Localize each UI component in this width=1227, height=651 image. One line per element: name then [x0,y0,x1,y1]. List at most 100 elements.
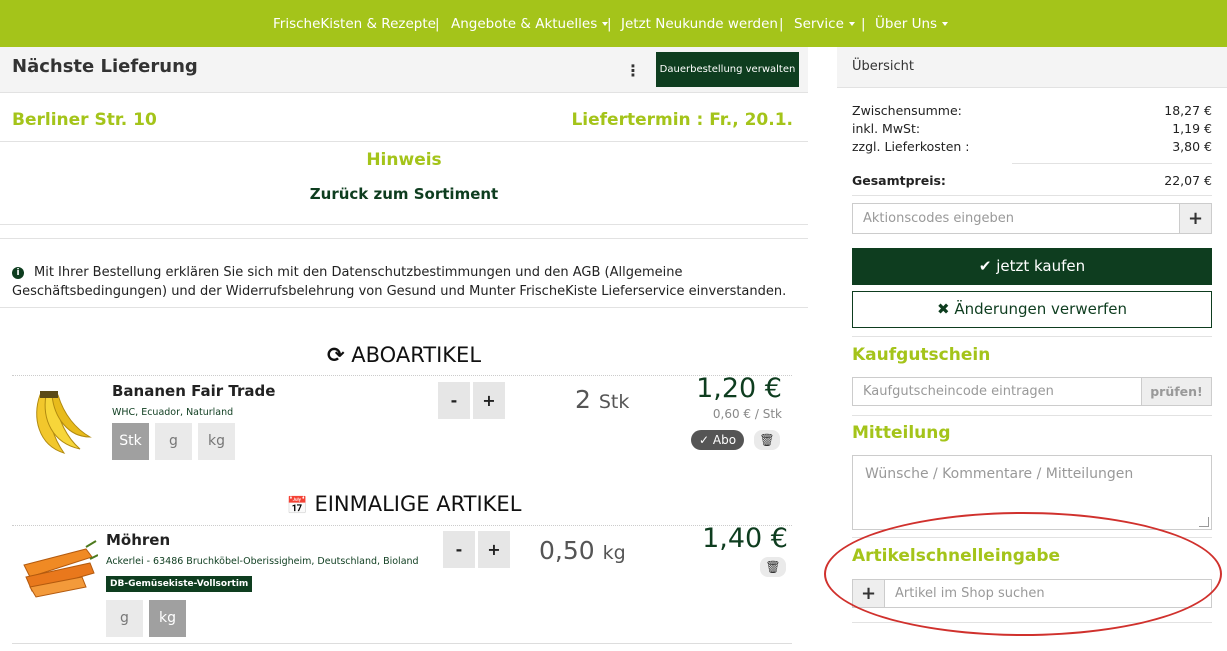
divider [0,238,808,239]
nav-service-label: Service [794,16,844,32]
increase-quantity-button[interactable]: + [478,531,510,568]
unit-button-kg[interactable]: kg [149,600,186,637]
divider [0,141,808,142]
abo-section-label: ABOARTIKEL [351,343,482,367]
increase-quantity-button[interactable]: + [473,382,505,419]
decrease-quantity-button[interactable]: - [438,382,470,419]
abo-badge[interactable]: ✓ Abo [691,430,745,450]
product-origin: Ackerlei - 63486 Bruchköbel-Oberissighei… [106,556,419,567]
nav-frischekisten[interactable]: FrischeKisten & Rezepte [273,16,436,32]
nav-neukunde[interactable]: Jetzt Neukunde werden [621,16,778,32]
nav-separator: | [779,16,784,32]
legal-notice: i Mit Ihrer Bestellung erklären Sie sich … [12,263,792,301]
trash-icon[interactable]: 🗑 [760,557,786,577]
promo-code-placeholder: Aktionscodes eingeben [863,211,1014,226]
product-tag: DB-Gemüsekiste-Vollsortim [106,576,253,592]
shipping-row: zzgl. Lieferkosten : 3,80 € [852,139,1212,154]
voucher-code-placeholder: Kaufgutscheincode eintragen [863,384,1054,399]
voucher-code-input[interactable]: Kaufgutscheincode eintragen [852,377,1142,406]
trash-icon[interactable]: 🗑 [754,430,780,450]
divider [12,375,792,376]
check-icon: ✔ [978,257,992,275]
check-circle-icon: ✓ [699,433,710,447]
unit-button-g[interactable]: g [155,423,192,460]
subtotal-label: Zwischensumme: [852,103,962,118]
page-title: Nächste Lieferung [12,56,198,77]
buy-now-label: jetzt kaufen [996,257,1086,275]
chevron-down-icon [942,22,949,26]
promo-code-input[interactable]: Aktionscodes eingeben [852,203,1180,234]
unit-price: 0,60 € / Stk [712,407,782,421]
quantity-unit: Stk [598,391,630,413]
nav-separator: | [435,16,440,32]
nav-angebote[interactable]: Angebote & Aktuelles [451,16,609,32]
nav-ueber-uns-label: Über Uns [875,16,938,32]
unit-button-g[interactable]: g [106,600,143,637]
vat-row: inkl. MwSt: 1,19 € [852,121,1212,136]
once-section-title: 📅 EINMALIGE ARTIKEL [0,492,808,516]
delivery-address: Berliner Str. 10 [12,110,157,130]
divider [0,224,808,225]
product-price: 1,20 € [696,373,782,404]
quantity-value: 2 [575,385,591,414]
close-icon: ✖ [936,300,950,318]
quantity-display: 2 Stk [575,385,629,414]
voucher-title: Kaufgutschein [852,345,991,365]
vat-value: 1,19 € [1172,121,1212,136]
product-price: 1,40 € [702,523,788,554]
summary-title: Übersicht [852,59,914,74]
divider [852,336,1212,337]
top-navigation: FrischeKisten & Rezepte | Angebote & Akt… [0,0,1227,47]
discard-changes-button[interactable]: ✖ Änderungen verwerfen [852,291,1212,328]
quantity-display: 0,50 kg [539,536,626,565]
nav-separator: | [607,16,612,32]
info-icon: i [12,267,24,279]
buy-now-button[interactable]: ✔ jetzt kaufen [852,248,1212,285]
divider [0,307,808,308]
divider [852,415,1212,416]
order-panel: Nächste Lieferung ⋮ Dauerbestellung verw… [0,47,808,651]
summary-header: Übersicht [837,47,1227,88]
divider [852,195,1212,196]
nav-ueber-uns[interactable]: Über Uns [875,16,949,32]
divider [1012,163,1212,164]
carrot-image [23,540,98,598]
nav-separator: | [861,16,866,32]
chevron-down-icon [848,22,855,26]
nav-angebote-label: Angebote & Aktuelles [451,16,598,32]
unit-button-stk[interactable]: Stk [112,423,149,460]
calendar-plus-icon: 📅 [286,496,308,516]
divider [12,643,792,644]
total-row: Gesamtpreis: 22,07 € [852,173,1212,188]
message-placeholder: Wünsche / Kommentare / Mitteilungen [865,466,1134,482]
abo-label: Abo [712,433,737,447]
order-header: Nächste Lieferung ⋮ Dauerbestellung verw… [0,47,808,93]
vat-label: inkl. MwSt: [852,121,921,136]
add-promo-button[interactable]: + [1179,203,1212,234]
total-value: 22,07 € [1164,173,1212,188]
decrease-quantity-button[interactable]: - [443,531,475,568]
product-name[interactable]: Bananen Fair Trade [112,382,275,400]
message-title: Mitteilung [852,423,951,443]
divider [12,525,792,526]
product-name[interactable]: Möhren [106,531,170,549]
unit-button-kg[interactable]: kg [198,423,235,460]
shipping-label: zzgl. Lieferkosten : [852,139,970,154]
once-section-label: EINMALIGE ARTIKEL [314,492,522,516]
nav-service[interactable]: Service [794,16,855,32]
more-options-icon[interactable]: ⋮ [625,61,641,81]
shipping-value: 3,80 € [1172,139,1212,154]
check-voucher-button[interactable]: prüfen! [1141,377,1212,406]
refresh-icon: ⟳ [326,343,345,367]
subtotal-value: 18,27 € [1164,103,1212,118]
delivery-date: Liefertermin : Fr., 20.1. [571,110,793,130]
resize-handle[interactable] [1199,517,1209,527]
quantity-value: 0,50 [539,536,595,565]
manage-subscription-button[interactable]: Dauerbestellung verwalten [656,52,799,87]
back-to-assortment-link[interactable]: Zurück zum Sortiment [0,185,808,203]
hint-title: Hinweis [366,150,442,170]
legal-notice-text: Mit Ihrer Bestellung erklären Sie sich m… [12,265,787,299]
total-label: Gesamtpreis: [852,173,946,188]
subtotal-row: Zwischensumme: 18,27 € [852,103,1212,118]
highlight-annotation [824,512,1222,636]
